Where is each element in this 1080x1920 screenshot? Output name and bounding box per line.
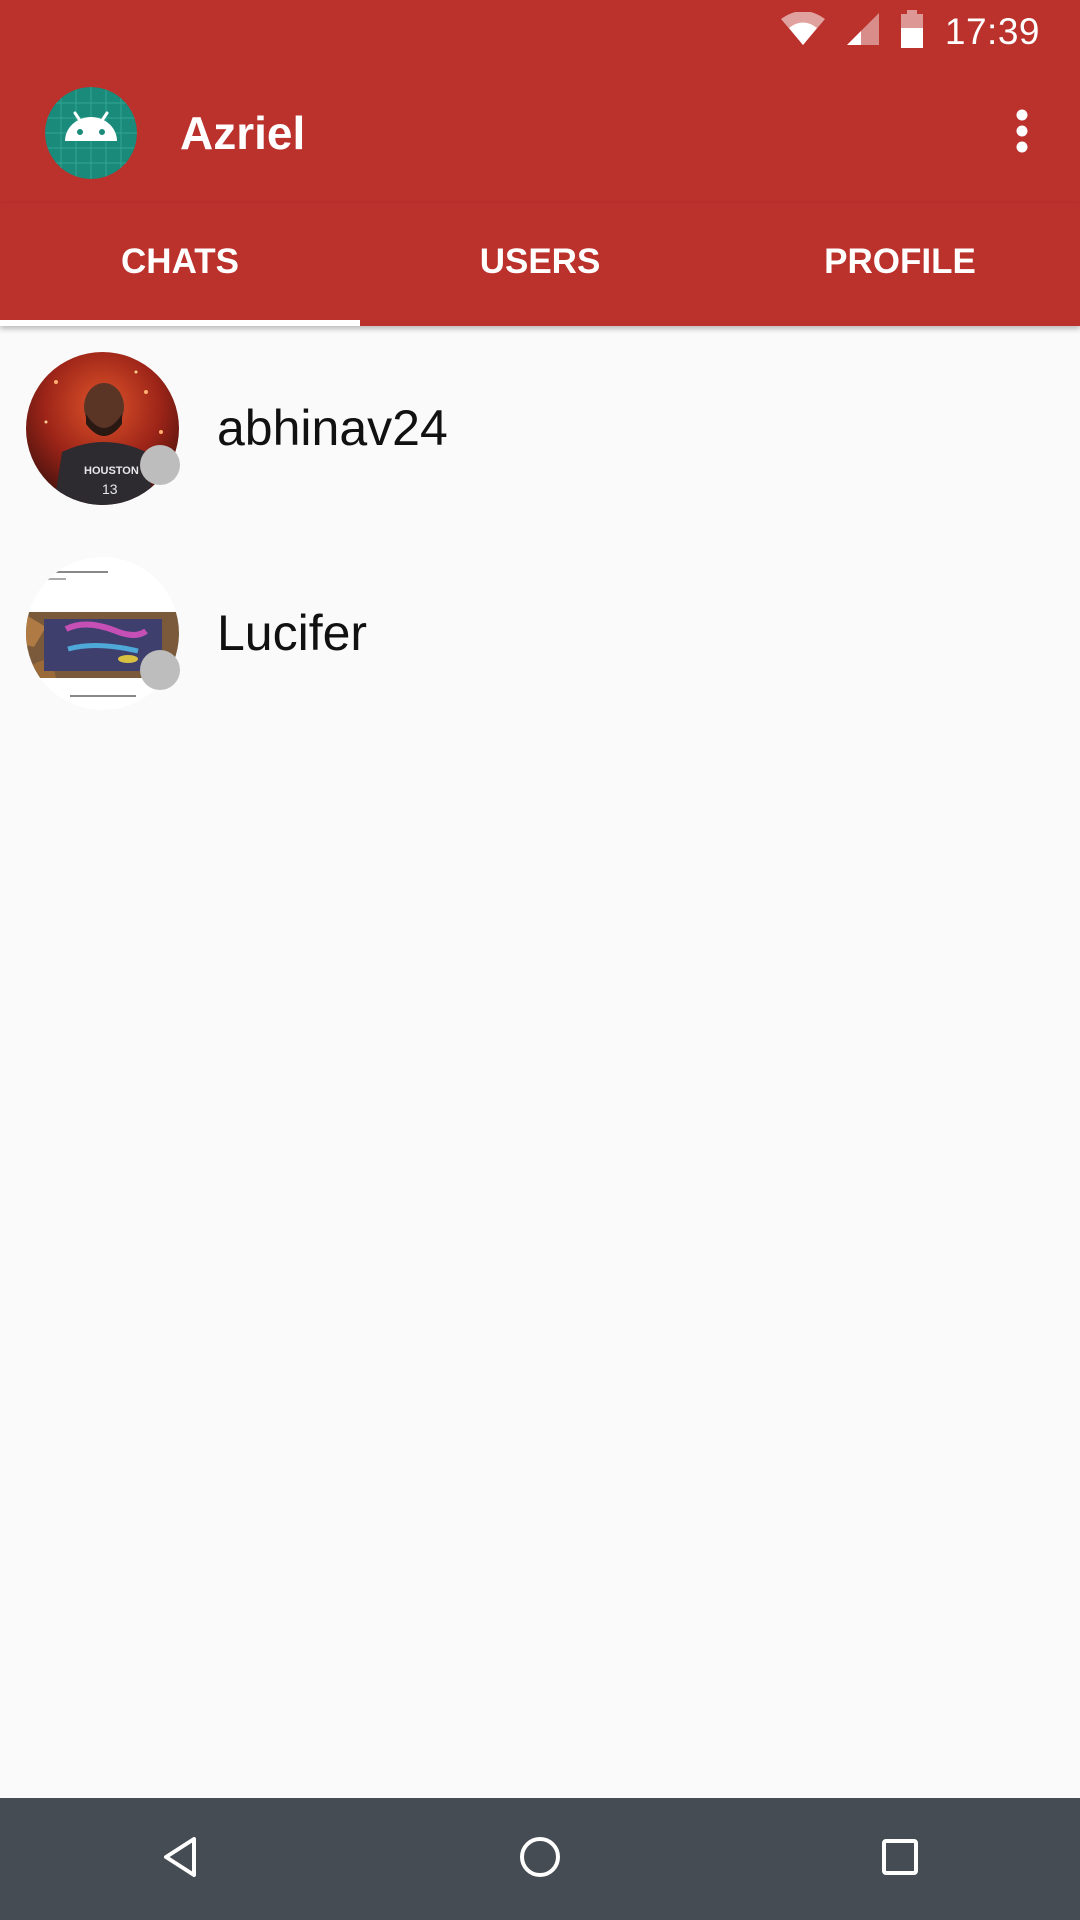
more-vert-icon [1016, 109, 1028, 158]
app-title: Azriel [180, 107, 306, 159]
status-indicator [140, 445, 180, 485]
nav-recents-button[interactable] [840, 1809, 960, 1909]
chat-list-item[interactable]: HOUSTON 13 abhinav24 [0, 326, 1080, 531]
tab-bar: CHATS USERS PROFILE [0, 203, 1080, 326]
status-time: 17:39 [944, 10, 1040, 52]
tab-label: PROFILE [824, 241, 976, 281]
nav-back-button[interactable] [120, 1809, 240, 1909]
navigation-bar [0, 1798, 1080, 1920]
tab-label: USERS [479, 241, 601, 281]
home-icon [518, 1835, 562, 1884]
chat-list-item[interactable]: Lucifer [0, 531, 1080, 736]
tab-chats[interactable]: CHATS [0, 203, 360, 326]
cell-signal-icon [846, 13, 879, 50]
status-icons: 17:39 [780, 0, 1040, 63]
app-avatar[interactable] [45, 87, 137, 179]
back-icon [160, 1835, 200, 1884]
svg-text:HOUSTON: HOUSTON [84, 465, 139, 477]
tab-users[interactable]: USERS [360, 203, 720, 326]
tab-label: CHATS [121, 241, 239, 281]
chat-username: abhinav24 [217, 400, 448, 456]
status-bar: 17:39 [0, 0, 1080, 63]
svg-text:13: 13 [102, 481, 118, 497]
battery-icon [900, 10, 923, 53]
wifi-icon [780, 11, 825, 51]
app-bar: Azriel [0, 63, 1080, 203]
android-icon [45, 87, 137, 179]
chat-username: Lucifer [217, 605, 368, 661]
nav-home-button[interactable] [480, 1809, 600, 1909]
status-indicator [140, 650, 180, 690]
recents-icon [880, 1837, 920, 1882]
overflow-menu-button[interactable] [992, 103, 1052, 163]
screen: 17:39 Azriel CHATS USERS PROFILE HOUSTON… [0, 0, 1080, 1920]
chat-list: HOUSTON 13 abhinav24 Lucifer [0, 326, 1080, 736]
tab-profile[interactable]: PROFILE [720, 203, 1080, 326]
